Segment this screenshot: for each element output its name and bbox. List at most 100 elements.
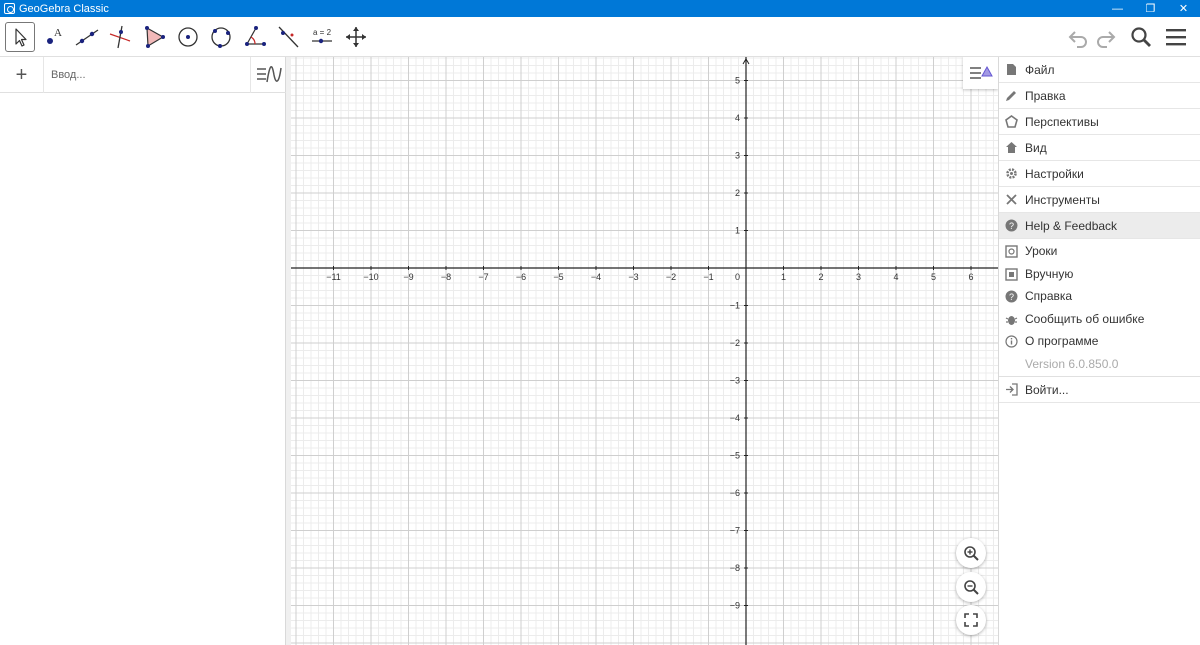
minimize-button[interactable]: —	[1101, 0, 1134, 17]
y-tick-label: −5	[730, 451, 740, 461]
coordinate-grid: −11 −10 −9 −8 −7 −6 −5 −4 −3 −2 −1 1 2 3 4 5 654321−1−2−…	[291, 57, 998, 645]
menu-item-view[interactable]: Вид	[999, 135, 1200, 161]
circle-center-tool-button[interactable]	[173, 22, 203, 52]
undo-button[interactable]	[1065, 24, 1091, 50]
graphics-view[interactable]: −11 −10 −9 −8 −7 −6 −5 −4 −3 −2 −1 1 2 3 4 5 6 5 4 3 2 1 −1 −2−…	[291, 57, 998, 645]
menu-item-label: Справка	[1025, 289, 1073, 303]
move-graphics-view-tool-button[interactable]	[341, 22, 371, 52]
polygon-tool-button[interactable]	[139, 22, 169, 52]
point-tool-button[interactable]: A	[39, 22, 69, 52]
fullscreen-button[interactable]	[956, 605, 986, 635]
menu-item-perspectives[interactable]: Перспективы	[999, 109, 1200, 135]
menu-item-sign-in[interactable]: Войти...	[999, 377, 1200, 403]
polygon-icon	[145, 26, 165, 48]
pencil-icon	[1004, 89, 1018, 103]
menu-item-label: Инструменты	[1025, 192, 1100, 207]
menu-subitem-about[interactable]: О программе	[999, 330, 1200, 352]
graphics-style-icon	[969, 65, 993, 79]
sign-in-icon	[1004, 383, 1018, 397]
close-window-button[interactable]: ✕	[1167, 0, 1200, 17]
arrow-pointer-icon	[15, 28, 27, 47]
menu-item-label: Уроки	[1025, 244, 1058, 258]
menu-item-help-feedback[interactable]: ? Help & Feedback	[999, 213, 1200, 239]
zoom-out-icon	[964, 580, 979, 595]
manual-icon	[1004, 267, 1018, 281]
hamburger-menu-icon	[1166, 29, 1186, 46]
x-tick-label: −11	[326, 272, 341, 282]
algebra-view: +	[0, 57, 286, 645]
algebra-input-row: +	[0, 57, 286, 93]
perpendicular-icon	[109, 25, 131, 49]
menu-item-file[interactable]: Файл	[999, 57, 1200, 83]
x-tick-label: 4	[893, 272, 898, 282]
x-tick-label: 6	[968, 272, 973, 282]
y-tick-label: 5	[735, 76, 740, 86]
algebra-style-button[interactable]	[250, 57, 286, 93]
zoom-in-button[interactable]	[956, 538, 986, 568]
circle-three-points-tool-button[interactable]	[206, 22, 236, 52]
bug-icon	[1004, 312, 1018, 326]
x-tick-label: −2	[666, 272, 676, 282]
slider-tool-button[interactable]: a = 2	[307, 22, 337, 52]
menu-item-tools[interactable]: Инструменты	[999, 187, 1200, 213]
slider-icon-label: a = 2	[313, 28, 332, 37]
y-tick-label: 4	[735, 113, 740, 123]
search-button[interactable]	[1128, 24, 1154, 50]
gear-icon	[1004, 167, 1018, 181]
main-menu-button[interactable]	[1163, 24, 1189, 50]
x-tick-label: −10	[363, 272, 378, 282]
x-tick-label: 5	[931, 272, 936, 282]
circle-three-points-icon	[211, 27, 231, 48]
svg-text:?: ?	[1009, 292, 1014, 302]
x-tick-label: 1	[781, 272, 786, 282]
menu-item-label: Вручную	[1025, 267, 1074, 281]
angle-icon	[245, 26, 266, 46]
menu-subitem-tutorials[interactable]: Уроки	[999, 240, 1200, 262]
menu-item-label: Сообщить об ошибке	[1025, 312, 1145, 326]
graphics-style-button[interactable]	[963, 57, 998, 89]
move-view-icon	[346, 27, 366, 47]
x-tick-label: −1	[703, 272, 713, 282]
menu-subitem-report-bug[interactable]: Сообщить об ошибке	[999, 308, 1200, 330]
maximize-button[interactable]: ❐	[1134, 0, 1167, 17]
svg-text:?: ?	[1009, 221, 1014, 231]
tools-icon	[1004, 193, 1018, 207]
x-tick-label: 3	[856, 272, 861, 282]
angle-tool-button[interactable]	[240, 22, 270, 52]
perpendicular-line-tool-button[interactable]	[105, 22, 135, 52]
circle-center-icon	[178, 27, 198, 47]
menu-item-label: Файл	[1025, 62, 1055, 77]
y-tick-label: −2	[730, 338, 740, 348]
menu-item-label: Правка	[1025, 88, 1066, 103]
line-tool-button[interactable]	[72, 22, 102, 52]
menu-item-label: Настройки	[1025, 166, 1084, 181]
add-item-button[interactable]: +	[0, 57, 44, 93]
help-icon: ?	[1004, 219, 1018, 233]
reflect-tool-button[interactable]	[273, 22, 303, 52]
menu-item-settings[interactable]: Настройки	[999, 161, 1200, 187]
window-title: GeoGebra Classic	[19, 2, 109, 15]
y-tick-label: 1	[735, 226, 740, 236]
menu-item-edit[interactable]: Правка	[999, 83, 1200, 109]
svg-text:A: A	[54, 27, 62, 39]
origin-label: 0	[735, 272, 740, 282]
redo-button[interactable]	[1093, 24, 1119, 50]
algebra-description-icon	[256, 66, 282, 83]
y-tick-label: −9	[730, 601, 740, 611]
menu-item-label: Help & Feedback	[1025, 218, 1118, 233]
x-tick-label: −8	[441, 272, 451, 282]
info-icon	[1004, 334, 1018, 348]
move-tool-button[interactable]	[5, 22, 35, 52]
zoom-out-button[interactable]	[956, 572, 986, 602]
slider-icon: a = 2	[312, 28, 332, 44]
search-icon	[1131, 27, 1151, 47]
home-icon	[1004, 141, 1018, 155]
menu-subitem-manual[interactable]: Вручную	[999, 263, 1200, 285]
version-label: Version 6.0.850.0	[1025, 357, 1119, 371]
y-tick-label: −4	[730, 413, 740, 423]
geogebra-app-icon	[4, 3, 15, 14]
main-menu-panel: Файл Правка Перспективы Вид Настройки Ин…	[998, 57, 1200, 645]
menu-subitem-help[interactable]: ? Справка	[999, 285, 1200, 307]
algebra-input-field[interactable]	[51, 67, 241, 83]
x-tick-label: 2	[818, 272, 823, 282]
